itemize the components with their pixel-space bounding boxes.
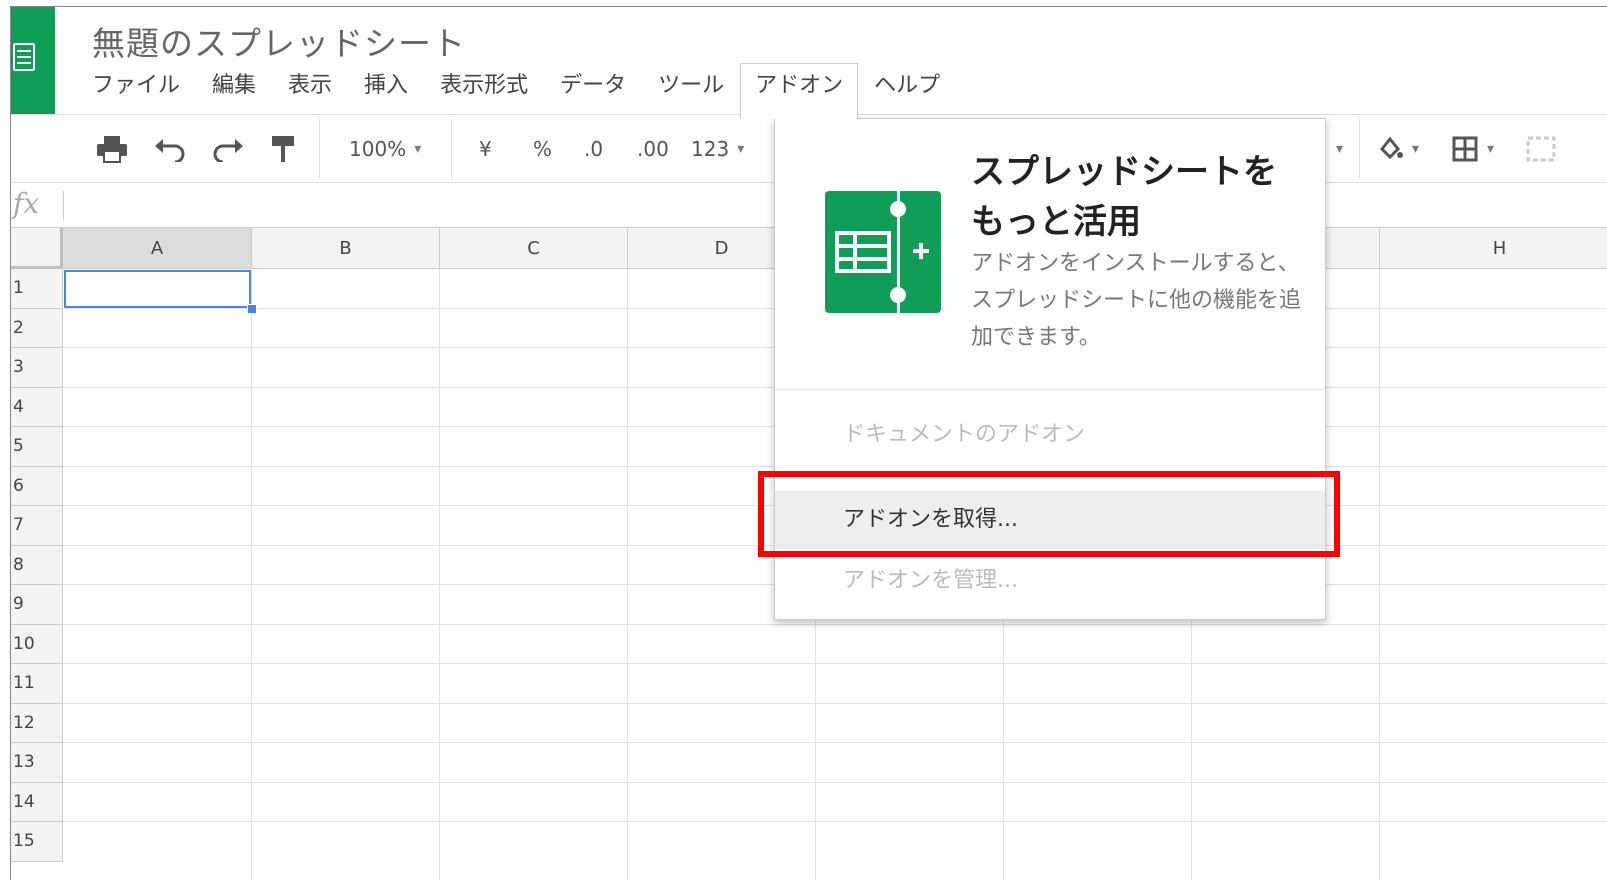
zoom-select[interactable]: 100% ▾ xyxy=(349,133,421,165)
menu-view[interactable]: 表示 xyxy=(272,69,348,117)
toolbar-divider xyxy=(319,119,320,179)
column-gridline xyxy=(1379,269,1380,880)
currency-format-button[interactable]: ¥ xyxy=(479,133,492,165)
addons-promo-description: アドオンをインストールすると、スプレッドシートに他の機能を追加できます。 xyxy=(971,251,1302,350)
chevron-down-icon[interactable]: ▾ xyxy=(1328,133,1343,165)
row-gridline xyxy=(63,663,1607,664)
row-header[interactable]: 8 xyxy=(11,546,63,585)
menu-divider xyxy=(775,389,1325,390)
row-header[interactable]: 13 xyxy=(11,743,63,783)
increase-decimal-button[interactable]: .00 xyxy=(637,133,669,165)
paint-format-icon[interactable] xyxy=(269,133,297,165)
selected-cell-a1[interactable] xyxy=(64,270,251,308)
undo-icon[interactable] xyxy=(153,133,187,165)
chevron-down-icon: ▾ xyxy=(414,141,422,157)
column-gridline xyxy=(439,269,440,880)
fill-handle[interactable] xyxy=(247,304,257,314)
zoom-value: 100% xyxy=(349,137,407,161)
row-header[interactable]: 9 xyxy=(11,585,63,625)
row-header[interactable]: 10 xyxy=(11,625,63,664)
row-header[interactable]: 15 xyxy=(11,822,63,862)
menu-tools[interactable]: ツール xyxy=(642,69,740,117)
row-gridline xyxy=(63,782,1607,783)
menu-data[interactable]: データ xyxy=(544,69,642,117)
borders-icon[interactable]: ▾ xyxy=(1451,133,1494,165)
row-header[interactable]: 3 xyxy=(11,348,63,388)
merge-cells-icon[interactable] xyxy=(1526,133,1556,165)
app-window: 無題のスプレッドシート ファイル 編集 表示 挿入 表示形式 データ ツール ア… xyxy=(10,6,1607,880)
more-formats-label: 123 xyxy=(691,137,730,161)
toolbar-divider xyxy=(451,119,452,179)
column-header-c[interactable]: C xyxy=(440,227,628,269)
sheets-logo-icon[interactable] xyxy=(11,7,55,114)
document-title[interactable]: 無題のスプレッドシート xyxy=(92,17,466,65)
more-formats-select[interactable]: 123 ▾ xyxy=(691,133,744,165)
decrease-decimal-button[interactable]: .0 xyxy=(584,133,603,165)
row-header[interactable]: 2 xyxy=(11,309,63,348)
column-header-h[interactable]: H xyxy=(1380,227,1607,269)
row-gridline xyxy=(63,821,1607,822)
select-all-corner[interactable] xyxy=(11,227,63,269)
row-header[interactable]: 4 xyxy=(11,388,63,427)
column-header-b[interactable]: B xyxy=(252,227,440,269)
row-header[interactable]: 14 xyxy=(11,783,63,822)
highlight-box xyxy=(758,471,1340,557)
addon-puzzle-icon xyxy=(825,189,941,315)
formula-bar-divider xyxy=(63,191,64,221)
row-header[interactable]: 6 xyxy=(11,467,63,506)
menu-insert[interactable]: 挿入 xyxy=(348,69,424,117)
chevron-down-icon: ▾ xyxy=(737,141,745,157)
menu-format[interactable]: 表示形式 xyxy=(424,69,544,117)
toolbar-divider xyxy=(1359,119,1360,179)
row-header[interactable]: 12 xyxy=(11,704,63,743)
row-header[interactable]: 5 xyxy=(11,427,63,467)
menu-help[interactable]: ヘルプ xyxy=(858,69,956,117)
redo-icon[interactable] xyxy=(211,133,245,165)
column-gridline xyxy=(627,269,628,880)
row-header[interactable]: 11 xyxy=(11,664,63,704)
fill-color-icon[interactable]: ▾ xyxy=(1376,133,1419,165)
menu-file[interactable]: ファイル xyxy=(92,69,196,117)
addons-promo-title: スプレッドシートをもっと活用 xyxy=(971,152,1277,242)
row-gridline xyxy=(63,624,1607,625)
column-header-a[interactable]: A xyxy=(63,227,252,269)
print-icon[interactable] xyxy=(95,133,129,165)
column-gridline xyxy=(251,269,252,880)
percent-format-button[interactable]: % xyxy=(533,133,552,165)
manage-addons-menu-item[interactable]: アドオンを管理... xyxy=(775,561,1325,601)
row-gridline xyxy=(63,742,1607,743)
menu-addons[interactable]: アドオン xyxy=(740,63,859,119)
document-addons-label: ドキュメントのアドオン xyxy=(843,422,1086,447)
fx-label: fx xyxy=(13,187,40,220)
row-gridline xyxy=(63,703,1607,704)
row-header[interactable]: 1 xyxy=(11,269,63,309)
row-header[interactable]: 7 xyxy=(11,506,63,546)
menu-bar: ファイル 編集 表示 挿入 表示形式 データ ツール アドオン ヘルプ xyxy=(92,63,956,119)
menu-edit[interactable]: 編集 xyxy=(196,69,272,117)
